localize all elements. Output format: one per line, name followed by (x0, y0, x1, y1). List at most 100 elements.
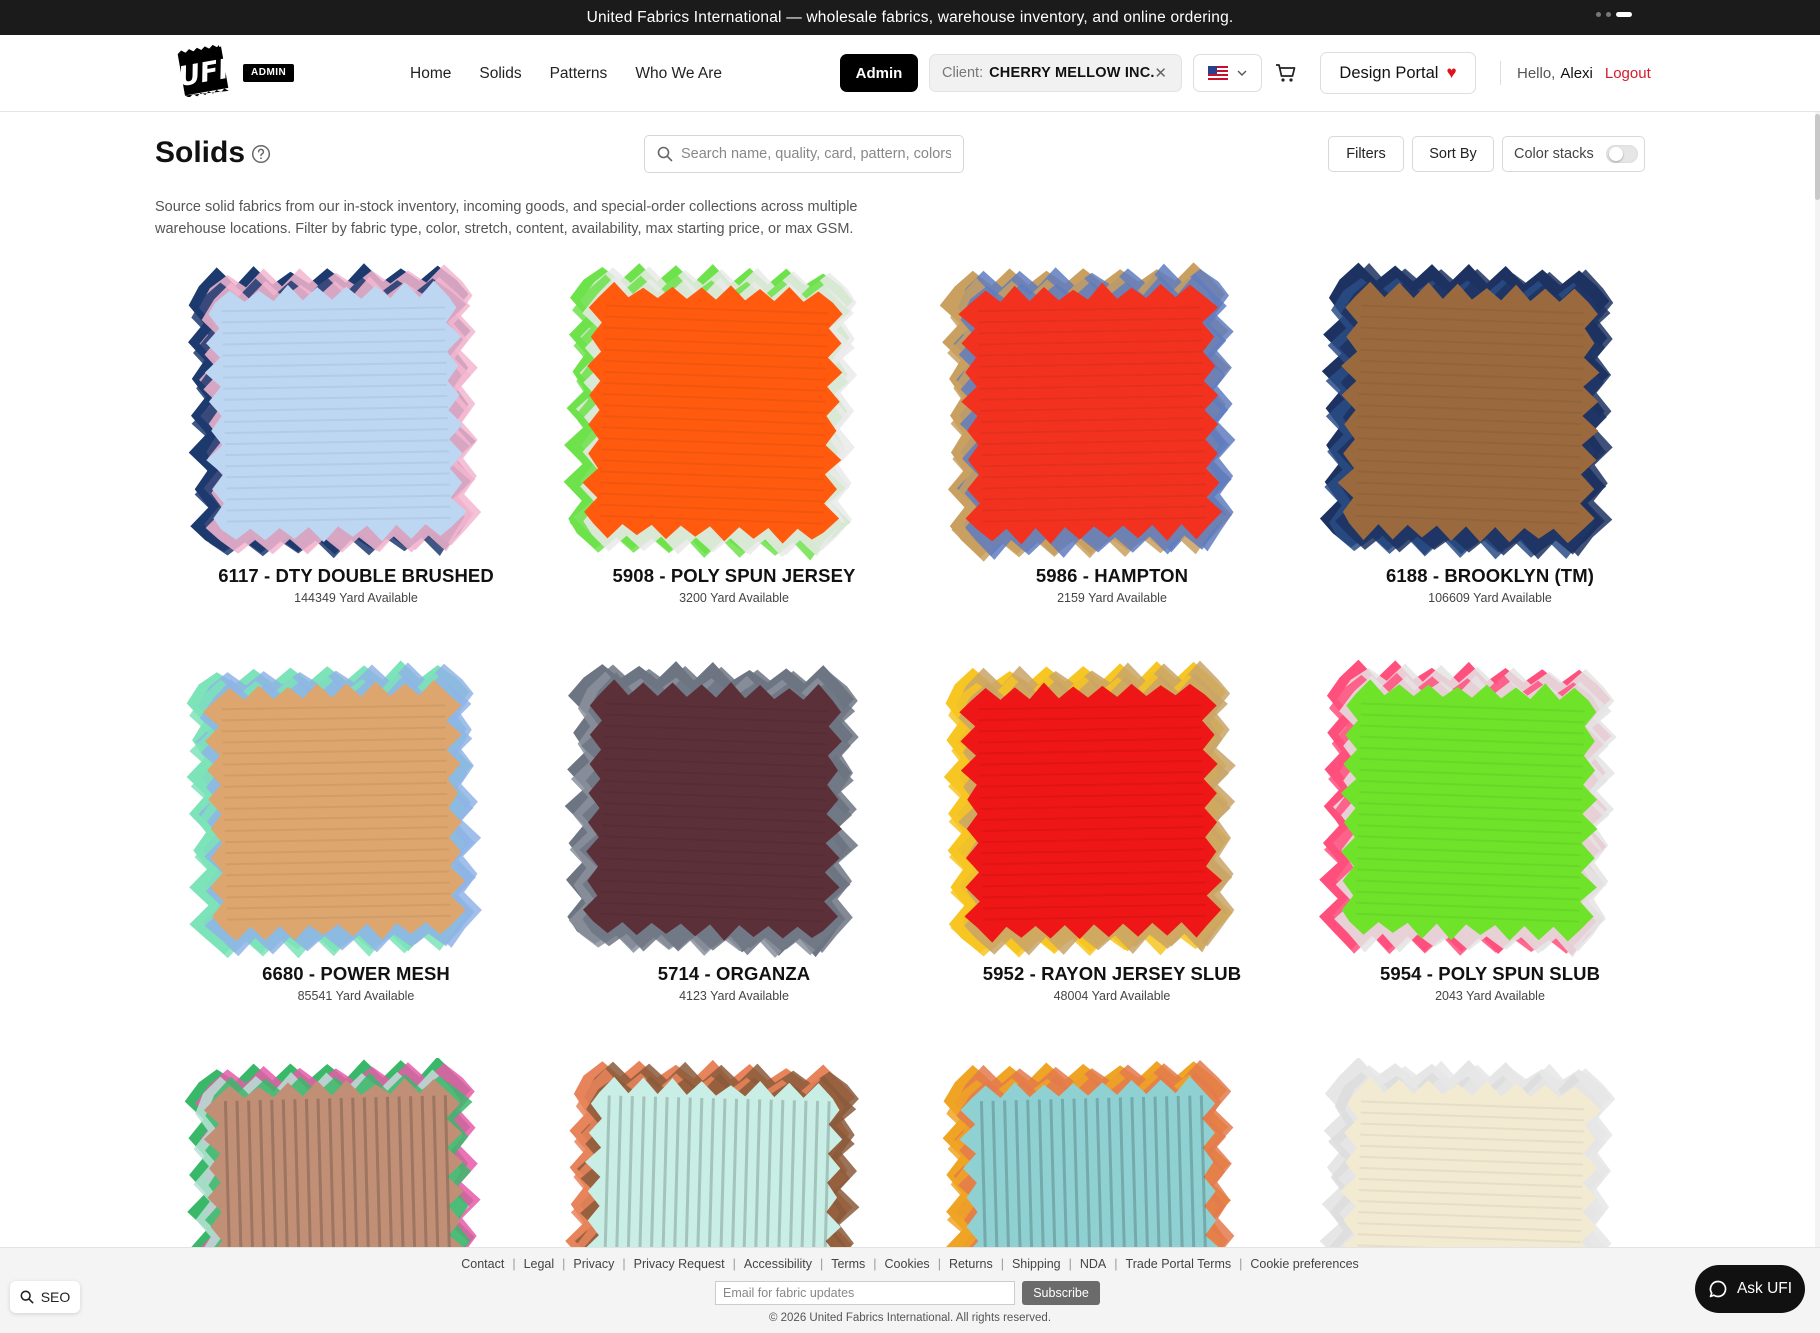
admin-badge: ADMIN (243, 64, 295, 82)
search-input[interactable] (681, 146, 951, 162)
nav-solids[interactable]: Solids (479, 65, 521, 83)
fabric-swatch-image[interactable] (1318, 660, 1620, 962)
product-title[interactable]: 5986 - HAMPTON (923, 565, 1301, 587)
pager-dot[interactable] (1606, 12, 1611, 17)
header-divider (1500, 61, 1501, 85)
footer-link[interactable]: Terms (831, 1257, 865, 1271)
announcement-pager[interactable] (1596, 12, 1632, 17)
filters-button[interactable]: Filters (1328, 136, 1404, 172)
search-icon (657, 146, 673, 162)
help-icon[interactable] (251, 144, 271, 164)
pager-dot-active[interactable] (1616, 12, 1632, 17)
footer-link[interactable]: Accessibility (744, 1257, 812, 1271)
chat-bubble-icon (1709, 1280, 1727, 1298)
ask-ufi-label: Ask UFI (1736, 1280, 1793, 1297)
product-availability: 3200 Yard Available (679, 591, 789, 605)
footer-link[interactable]: Cookies (885, 1257, 930, 1271)
ufi-logo[interactable]: UFI (176, 45, 230, 97)
product-title[interactable]: 6680 - POWER MESH (167, 963, 545, 985)
client-value: CHERRY MELLOW INC. (989, 65, 1155, 81)
page-scrollbar[interactable] (1815, 112, 1820, 1247)
product-title[interactable]: 5714 - ORGANZA (545, 963, 923, 985)
footer-separator: | (1068, 1257, 1072, 1271)
site-header: UFI ADMIN Home Solids Patterns Who We Ar… (0, 35, 1820, 112)
announcement-text: United Fabrics International — wholesale… (586, 8, 1234, 26)
footer-link[interactable]: Privacy Request (634, 1257, 725, 1271)
region-selector[interactable] (1193, 54, 1262, 92)
footer-link[interactable]: NDA (1080, 1257, 1106, 1271)
page-description: Source solid fabrics from our in-stock i… (155, 199, 858, 237)
nav-home[interactable]: Home (410, 65, 451, 83)
footer-separator: | (819, 1257, 824, 1271)
cart-icon[interactable] (1275, 62, 1297, 84)
footer-separator: | (1114, 1257, 1118, 1271)
footer-separator: | (873, 1257, 877, 1271)
admin-button[interactable]: Admin (840, 54, 918, 92)
main-nav: Home Solids Patterns Who We Are (410, 35, 722, 112)
greeting-text: Hello, (1517, 65, 1556, 82)
footer-link[interactable]: Shipping (1012, 1257, 1061, 1271)
logout-link[interactable]: Logout (1605, 65, 1651, 82)
heart-icon: ♥ (1446, 63, 1457, 82)
product-availability: 144349 Yard Available (294, 591, 418, 605)
toggle-switch[interactable] (1605, 145, 1638, 163)
footer-link[interactable]: Returns (949, 1257, 993, 1271)
footer-link[interactable]: Trade Portal Terms (1126, 1257, 1232, 1271)
product-title[interactable]: 5952 - RAYON JERSEY SLUB (923, 963, 1301, 985)
design-portal-label: Design Portal (1339, 63, 1439, 82)
pager-dot[interactable] (1596, 12, 1601, 17)
fabric-swatch-image[interactable] (940, 262, 1242, 564)
fabric-swatch-image[interactable] (562, 660, 864, 962)
design-portal-button[interactable]: Design Portal ♥ (1320, 52, 1476, 94)
footer-separator: | (512, 1257, 516, 1271)
newsletter-email-input[interactable] (715, 1281, 1015, 1305)
subscribe-button[interactable]: Subscribe (1022, 1281, 1100, 1305)
seo-button[interactable]: SEO (10, 1281, 80, 1313)
ask-ufi-button[interactable]: Ask UFI (1695, 1265, 1805, 1313)
fabric-swatch-image[interactable] (184, 660, 486, 962)
chevron-down-icon (1237, 70, 1247, 76)
footer-link[interactable]: Contact (461, 1257, 504, 1271)
color-stacks-toggle[interactable]: Color stacks (1502, 136, 1645, 172)
footer-separator: | (937, 1257, 941, 1271)
fabric-swatch-image[interactable] (1318, 262, 1620, 564)
product-title[interactable]: 6117 - DTY DOUBLE BRUSHED (167, 565, 545, 587)
product-availability: 2043 Yard Available (1435, 989, 1545, 1003)
page-title: Solids (155, 136, 246, 169)
footer-separator: | (732, 1257, 736, 1271)
product-availability: 48004 Yard Available (1053, 989, 1171, 1003)
color-stacks-label: Color stacks (1514, 146, 1594, 162)
sort-by-button[interactable]: Sort By (1412, 136, 1494, 172)
product-availability: 85541 Yard Available (297, 989, 415, 1003)
product-title[interactable]: 6188 - BROOKLYN (TM) (1301, 565, 1679, 587)
footer-separator: | (1239, 1257, 1243, 1271)
newsletter-form: Subscribe (715, 1281, 1100, 1305)
clear-client-icon[interactable]: ✕ (1154, 64, 1167, 82)
site-footer: Contact | Legal | Privacy | Privacy Request | Ac… (0, 1247, 1820, 1333)
announcement-bar: United Fabrics International — wholesale… (0, 0, 1820, 35)
nav-patterns[interactable]: Patterns (550, 65, 608, 83)
client-label: Client: (942, 65, 984, 81)
fabric-swatch-image[interactable] (562, 262, 864, 564)
product-availability: 4123 Yard Available (679, 989, 789, 1003)
footer-separator: | (1000, 1257, 1004, 1271)
us-flag-icon (1208, 66, 1228, 80)
scrollbar-thumb[interactable] (1815, 114, 1820, 200)
user-greeting: Hello, Alexi Logout (1517, 35, 1651, 112)
user-name: Alexi (1560, 65, 1593, 82)
client-selector[interactable]: Client: CHERRY MELLOW INC. ✕ (929, 54, 1182, 92)
product-title[interactable]: 5954 - POLY SPUN SLUB (1301, 963, 1679, 985)
fabric-swatch-image[interactable] (184, 262, 486, 564)
product-availability: 106609 Yard Available (1428, 591, 1552, 605)
copyright: © 2026 United Fabrics International. All… (768, 1312, 1052, 1324)
search-icon (20, 1290, 34, 1304)
footer-separator: | (622, 1257, 626, 1271)
nav-who-we-are[interactable]: Who We Are (635, 65, 722, 83)
product-title[interactable]: 5908 - POLY SPUN JERSEY (545, 565, 923, 587)
search-field[interactable] (644, 135, 964, 173)
footer-link[interactable]: Privacy (573, 1257, 614, 1271)
fabric-swatch-image[interactable] (940, 660, 1242, 962)
footer-link[interactable]: Legal (524, 1257, 555, 1271)
footer-link[interactable]: Cookie preferences (1250, 1257, 1358, 1271)
footer-links: Contact | Legal | Privacy | Privacy Request | Ac… (0, 1257, 1820, 1271)
